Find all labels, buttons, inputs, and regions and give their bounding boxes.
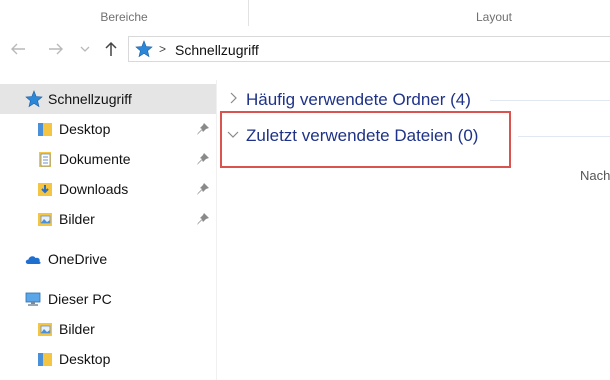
ribbon-group-labels: Bereiche Layout xyxy=(0,0,610,31)
pictures-icon xyxy=(38,213,52,226)
quick-access-star-icon xyxy=(25,90,43,108)
recent-locations-button[interactable] xyxy=(78,38,92,60)
address-bar[interactable]: > Schnellzugriff xyxy=(128,36,610,62)
sidebar-item-label: Bilder xyxy=(59,211,95,227)
sidebar-item-label: Bilder xyxy=(59,321,95,337)
sidebar-item-dokumente[interactable]: Dokumente xyxy=(0,144,216,174)
sidebar-item-bilder[interactable]: Bilder xyxy=(0,204,216,234)
ribbon-group-layout: Layout xyxy=(249,0,610,30)
sidebar-item-label: Dokumente xyxy=(59,151,131,167)
sidebar-item-label: Desktop xyxy=(59,351,111,367)
group-title: Häufig verwendete Ordner (4) xyxy=(246,90,471,109)
pictures-icon xyxy=(38,323,52,336)
ribbon-group-bereiche: Bereiche xyxy=(0,0,248,30)
pin-icon[interactable] xyxy=(196,152,210,166)
pane-divider xyxy=(216,80,217,380)
documents-icon xyxy=(39,152,51,167)
cloud-icon xyxy=(25,256,41,264)
group-divider-line xyxy=(490,100,610,101)
sidebar-item-label: Schnellzugriff xyxy=(48,91,132,107)
ribbon-group-label: Layout xyxy=(475,10,513,24)
ribbon-group-label: Bereiche xyxy=(100,10,148,24)
arrow-right-icon xyxy=(49,43,63,55)
sidebar-item-bilder-pc[interactable]: Bilder xyxy=(0,314,216,344)
breadcrumb-quick-access[interactable]: Schnellzugriff xyxy=(175,42,259,58)
pin-icon[interactable] xyxy=(196,212,210,226)
arrow-up-icon xyxy=(105,41,117,56)
sidebar-item-label: Desktop xyxy=(59,121,111,137)
sidebar-item-schnellzugriff[interactable]: Schnellzugriff xyxy=(0,84,216,114)
group-divider-line xyxy=(518,136,610,137)
folder-icon xyxy=(38,123,52,136)
quick-access-star-icon xyxy=(135,40,153,58)
chevron-right-icon xyxy=(230,92,237,104)
sidebar-item-label: OneDrive xyxy=(48,251,108,267)
navigation-bar: > Schnellzugriff xyxy=(0,30,610,68)
up-button[interactable] xyxy=(100,38,122,60)
computer-icon xyxy=(25,292,41,306)
pin-icon[interactable] xyxy=(196,182,210,196)
downloads-icon xyxy=(38,183,52,196)
highlight-annotation-box xyxy=(220,111,511,168)
forward-button[interactable] xyxy=(44,38,68,60)
sidebar-item-desktop[interactable]: Desktop xyxy=(0,114,216,144)
back-button[interactable] xyxy=(6,38,30,60)
navigation-pane: Schnellzugriff Desktop Dokumente Downloa… xyxy=(0,80,216,380)
empty-folder-message: Nach xyxy=(580,168,610,183)
sidebar-item-desktop-pc[interactable]: Desktop xyxy=(0,344,216,374)
folder-icon xyxy=(38,353,52,366)
sidebar-item-label: Downloads xyxy=(59,181,129,197)
arrow-left-icon xyxy=(11,43,25,55)
breadcrumb-separator[interactable]: > xyxy=(159,42,166,56)
sidebar-item-downloads[interactable]: Downloads xyxy=(0,174,216,204)
sidebar-item-onedrive[interactable]: OneDrive xyxy=(0,244,216,274)
sidebar-item-label: Dieser PC xyxy=(48,291,112,307)
sidebar-item-dieser-pc[interactable]: Dieser PC xyxy=(0,284,216,314)
pin-icon[interactable] xyxy=(196,122,210,136)
chevron-down-icon xyxy=(80,46,90,52)
